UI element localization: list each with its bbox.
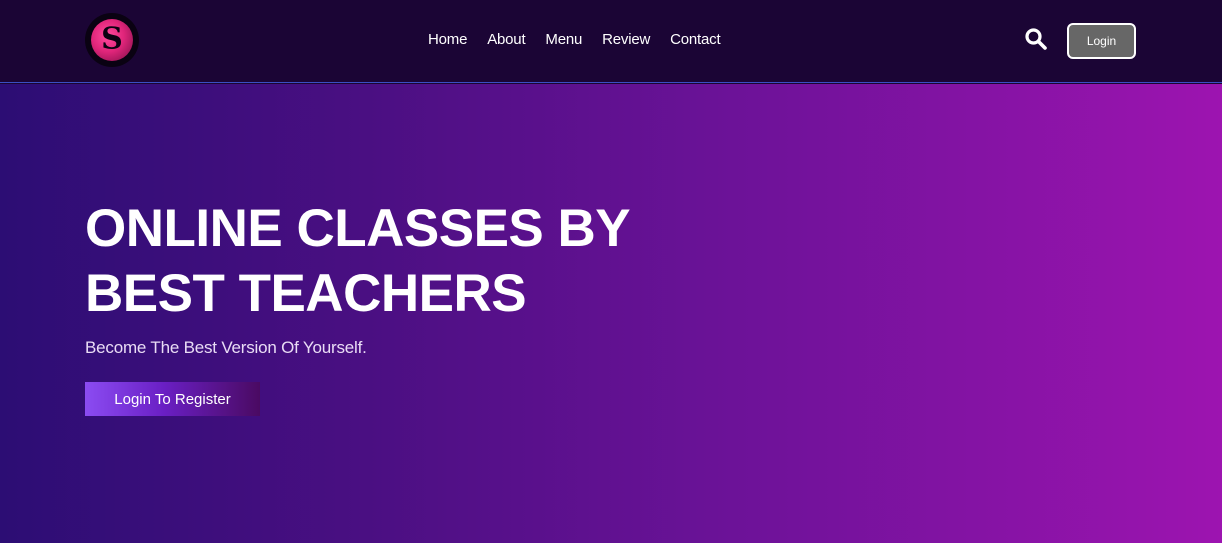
site-header: S Home About Menu Review Contact Login <box>0 0 1222 83</box>
main-nav: Home About Menu Review Contact <box>428 31 740 48</box>
nav-item-about[interactable]: About <box>487 31 525 48</box>
hero-title-line2: BEST TEACHERS <box>85 264 527 323</box>
hero-subtitle: Become The Best Version Of Yourself. <box>85 338 367 357</box>
login-to-register-button[interactable]: Login To Register <box>85 382 260 416</box>
search-icon[interactable] <box>1024 27 1048 51</box>
logo-emblem: S <box>91 19 133 61</box>
nav-item-menu[interactable]: Menu <box>545 31 582 48</box>
nav-item-contact[interactable]: Contact <box>670 31 720 48</box>
site-logo[interactable]: S <box>85 13 139 67</box>
hero-title: ONLINE CLASSES BY BEST TEACHERS <box>85 196 685 326</box>
nav-item-review[interactable]: Review <box>602 31 650 48</box>
hero-title-line1: ONLINE CLASSES BY <box>85 199 631 258</box>
logo-mark: S <box>101 21 123 57</box>
nav-item-home[interactable]: Home <box>428 31 467 48</box>
login-button[interactable]: Login <box>1067 23 1136 59</box>
hero-section: ONLINE CLASSES BY BEST TEACHERS Become T… <box>0 84 1222 543</box>
